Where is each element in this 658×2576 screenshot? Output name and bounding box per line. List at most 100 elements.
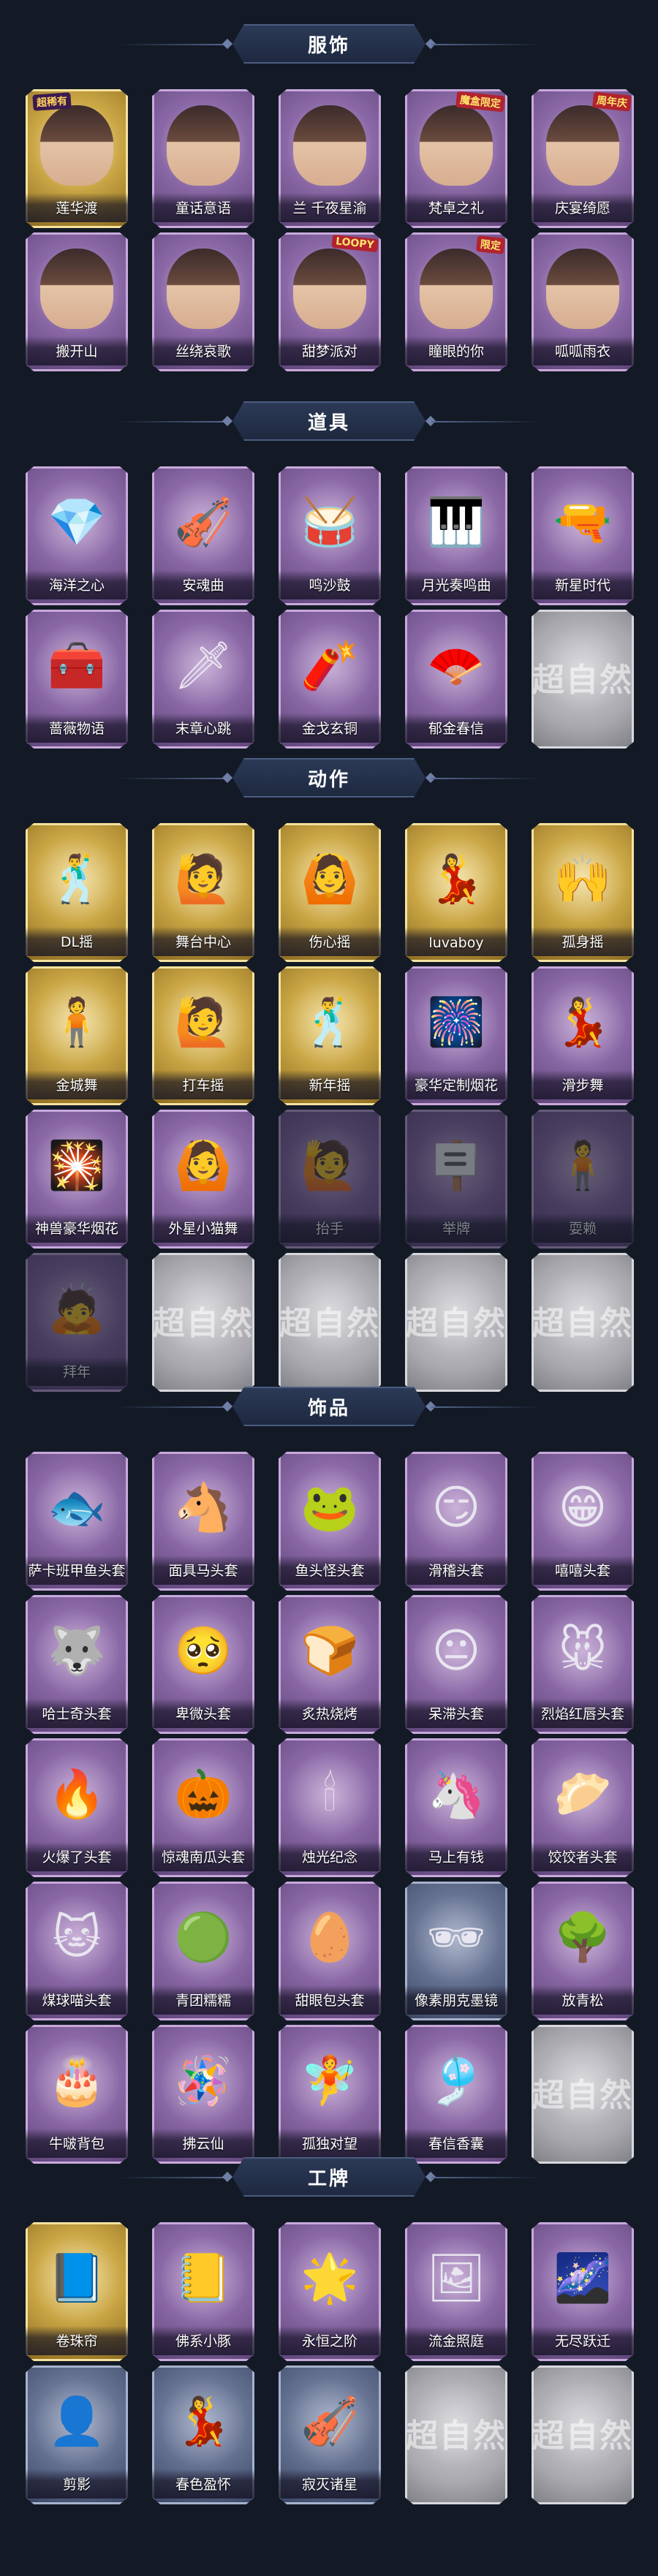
item-card[interactable]: 🐺 哈士奇头套	[26, 1595, 128, 1734]
item-card[interactable]: 😁 嘻嘻头套	[532, 1452, 634, 1591]
item-card[interactable]: 👤 剪影	[26, 2365, 128, 2504]
sad-face-icon: 🥺	[174, 1624, 232, 1678]
item-name: 舞台中心	[152, 927, 254, 956]
item-name: 流金照庭	[405, 2326, 507, 2355]
item-card[interactable]: 🥁 鸣沙鼓	[279, 466, 381, 605]
item-card[interactable]: 😐 呆滞头套	[405, 1595, 507, 1734]
item-card[interactable]: 丝绕哀歌	[152, 232, 254, 371]
item-card[interactable]: 周年庆 庆宴绮愿	[532, 89, 634, 228]
item-card[interactable]: 🌌 无尽跃迁	[532, 2222, 634, 2361]
item-card[interactable]: 限定 瞳眼的你	[405, 232, 507, 371]
item-card[interactable]: 🧰 蔷薇物语	[26, 610, 128, 749]
item-card[interactable]: 🐟 萨卡班甲鱼头套	[26, 1452, 128, 1591]
item-card[interactable]: 🥟 饺饺者头套	[532, 1738, 634, 1877]
item-name: 永恒之阶	[279, 2326, 381, 2355]
item-name: 耍赖	[532, 1213, 634, 1243]
item-tag-badge: 限定	[475, 235, 506, 254]
item-card[interactable]: 💎 海洋之心	[26, 466, 128, 605]
item-card[interactable]: 童话意语	[152, 89, 254, 228]
item-name: 炙热烧烤	[279, 1699, 381, 1728]
item-card[interactable]: 超稀有 莲华渡	[26, 89, 128, 228]
item-card[interactable]: 🙆 外星小猫舞	[152, 1110, 254, 1249]
emote-figure-icon: 🙋	[174, 996, 232, 1050]
item-card[interactable]: 🐱 煤球喵头套	[26, 1882, 128, 2020]
item-card[interactable]: 🙆 伤心摇	[279, 823, 381, 962]
item-name: 嘻嘻头套	[532, 1556, 634, 1585]
placeholder-icon: 超自然	[153, 1305, 254, 1342]
item-card[interactable]: 🔫 新星时代	[532, 466, 634, 605]
placeholder-icon: 超自然	[279, 1305, 380, 1342]
item-card[interactable]: 🎻 寂灭诸星	[279, 2365, 381, 2504]
item-card[interactable]: LOOPY 甜梦派对	[279, 232, 381, 371]
piano-icon: 🎹	[427, 496, 485, 550]
item-card[interactable]: 🪭 郁金春信	[405, 610, 507, 749]
item-card[interactable]: 🎇 神兽豪华烟花	[26, 1110, 128, 1249]
item-card[interactable]: 呱呱雨衣	[532, 232, 634, 371]
item-card[interactable]: 💃 滑步舞	[532, 966, 634, 1105]
item-card[interactable]: 兰 千夜星渝	[279, 89, 381, 228]
character-portrait	[167, 249, 240, 329]
item-card[interactable]: 🌟 永恒之阶	[279, 2222, 381, 2361]
item-card[interactable]: 🎆 豪华定制烟花	[405, 966, 507, 1105]
item-card[interactable]: 🟢 青团糯糯	[152, 1882, 254, 2020]
item-card[interactable]: 🎃 惊魂南瓜头套	[152, 1738, 254, 1877]
item-card[interactable]: 💃 春色盈怀	[152, 2365, 254, 2504]
section-header: 服饰	[0, 0, 658, 88]
item-name: 饺饺者头套	[532, 1842, 634, 1871]
item-name: 兰 千夜星渝	[279, 193, 381, 222]
section-title: 服饰	[307, 34, 350, 57]
item-card[interactable]: 🕺 新年摇	[279, 966, 381, 1105]
item-card[interactable]: 😏 滑稽头套	[405, 1452, 507, 1591]
item-card[interactable]: 🥺 卑微头套	[152, 1595, 254, 1734]
item-name: 烛光纪念	[279, 1842, 381, 1871]
character-portrait	[420, 249, 493, 329]
emote-figure-icon: 💃	[553, 996, 612, 1050]
item-card[interactable]: 🦄 马上有钱	[405, 1738, 507, 1877]
item-card[interactable]: 🧍 金城舞	[26, 966, 128, 1105]
item-card[interactable]: 🥚 甜眼包头套	[279, 1882, 381, 2020]
emote-figure-icon: 🙌	[553, 852, 612, 906]
item-card[interactable]: 💃 luvaboy	[405, 823, 507, 962]
fish-head-icon: 🐟	[48, 1481, 106, 1535]
item-card[interactable]: 🙋 抬手	[279, 1110, 381, 1249]
item-card[interactable]: 🌳 放青松	[532, 1882, 634, 2020]
item-card[interactable]: 🙌 孤身摇	[532, 823, 634, 962]
item-card[interactable]: 🔥 火爆了头套	[26, 1738, 128, 1877]
item-card[interactable]: 🐭 烈焰红唇头套	[532, 1595, 634, 1734]
item-card[interactable]: 🙋 舞台中心	[152, 823, 254, 962]
fire-head-icon: 🔥	[48, 1768, 106, 1822]
header-line-decoration	[117, 778, 227, 779]
emote-figure-icon: 🙆	[300, 852, 359, 906]
item-card[interactable]: 🐴 面具马头套	[152, 1452, 254, 1591]
item-card[interactable]: 🕯 烛光纪念	[279, 1738, 381, 1877]
item-card[interactable]: 🎹 月光奏鸣曲	[405, 466, 507, 605]
item-name: 神兽豪华烟花	[26, 1213, 128, 1243]
item-card[interactable]: 🧨 金戈玄铜	[279, 610, 381, 749]
item-name: 寂灭诸星	[279, 2469, 381, 2499]
item-card[interactable]: 🎻 安魂曲	[152, 466, 254, 605]
item-card[interactable]: 🖼 流金照庭	[405, 2222, 507, 2361]
item-card[interactable]: 🪧 举牌	[405, 1110, 507, 1249]
item-card[interactable]: 🙋 打车摇	[152, 966, 254, 1105]
empty-item-card: 超自然	[532, 2365, 634, 2504]
section-title: 工牌	[307, 2167, 350, 2190]
item-card[interactable]: 魔盒限定 梵卓之礼	[405, 89, 507, 228]
fan-icon: 🪭	[427, 639, 485, 693]
item-card[interactable]: 搬开山	[26, 232, 128, 371]
item-card[interactable]: 🗡 末章心跳	[152, 610, 254, 749]
item-name: 萨卡班甲鱼头套	[26, 1556, 128, 1585]
item-name: 童话意语	[152, 193, 254, 222]
item-card[interactable]: 🐸 鱼头怪头套	[279, 1452, 381, 1591]
item-card[interactable]: 🕶 像素朋克墨镜	[405, 1882, 507, 2020]
pikachu-head-icon: 🐭	[558, 1624, 608, 1678]
item-card[interactable]: 🍞 炙热烧烤	[279, 1595, 381, 1734]
character-portrait	[546, 105, 619, 186]
item-name: 剪影	[26, 2469, 128, 2499]
item-card[interactable]: 🧍 耍赖	[532, 1110, 634, 1249]
item-card[interactable]: 🕺 DL摇	[26, 823, 128, 962]
medkit-icon: 🧰	[48, 639, 106, 693]
emote-figure-icon: 🕺	[300, 996, 359, 1050]
character-portrait	[167, 105, 240, 186]
item-card[interactable]: 📒 佛系小豚	[152, 2222, 254, 2361]
item-card[interactable]: 📘 卷珠帘	[26, 2222, 128, 2361]
